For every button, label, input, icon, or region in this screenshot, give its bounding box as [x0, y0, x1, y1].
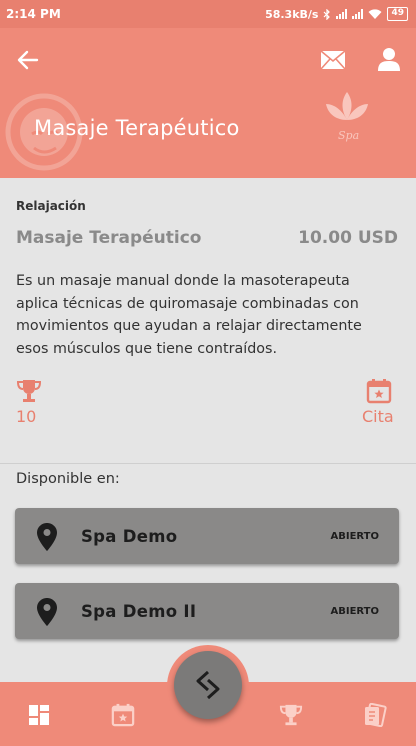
- network-speed: 58.3kB/s: [265, 7, 319, 21]
- dashboard-icon: [29, 705, 49, 725]
- wifi-icon: [368, 8, 382, 19]
- appointment-button[interactable]: Cita: [362, 407, 394, 426]
- points-value: 10: [16, 407, 37, 426]
- bluetooth-icon: [324, 8, 331, 20]
- map-pin-icon: [37, 523, 57, 551]
- user-icon: [378, 48, 400, 71]
- signal-icon-2: [352, 9, 364, 19]
- calendar-star-icon[interactable]: [366, 378, 392, 404]
- arrow-left-icon: [17, 50, 39, 70]
- back-button[interactable]: [14, 46, 42, 74]
- map-pin-icon: [37, 598, 57, 626]
- mail-icon: [320, 50, 346, 70]
- trophy-icon: [16, 380, 42, 402]
- status-time: 2:14 PM: [6, 7, 61, 21]
- signal-icon: [336, 9, 348, 19]
- nav-coupons[interactable]: [360, 700, 390, 730]
- user-button[interactable]: [374, 44, 404, 74]
- swap-button[interactable]: [174, 651, 242, 719]
- status-bar: 2:14 PM 58.3kB/s 49: [0, 0, 416, 28]
- location-card[interactable]: Spa Demo II ABIERTO: [15, 583, 399, 639]
- location-name: Spa Demo II: [81, 601, 197, 621]
- spa-logo: Spa: [322, 90, 372, 146]
- location-name: Spa Demo: [81, 526, 178, 546]
- lotus-icon: [326, 92, 368, 120]
- coupon-icon: [365, 703, 387, 727]
- calendar-star-icon: [111, 703, 135, 727]
- page-title: Masaje Terapéutico: [34, 116, 240, 140]
- status-indicators: 58.3kB/s 49: [265, 7, 408, 21]
- nav-rewards[interactable]: [276, 700, 306, 730]
- mail-button[interactable]: [318, 46, 348, 74]
- service-price: 10.00 USD: [298, 228, 398, 248]
- divider: [0, 463, 416, 464]
- location-card[interactable]: Spa Demo ABIERTO: [15, 508, 399, 564]
- trophy-icon: [279, 704, 303, 726]
- swap-icon: [196, 670, 220, 700]
- app-header: Masaje Terapéutico Spa: [0, 28, 416, 178]
- location-status: ABIERTO: [330, 530, 380, 542]
- battery-icon: 49: [387, 7, 408, 21]
- service-name: Masaje Terapéutico: [16, 228, 202, 248]
- availability-label: Disponible en:: [16, 471, 120, 487]
- nav-dashboard[interactable]: [24, 700, 54, 730]
- nav-appointments[interactable]: [108, 700, 138, 730]
- service-category: Relajación: [16, 199, 86, 213]
- location-status: ABIERTO: [330, 605, 380, 617]
- service-description: Es un masaje manual donde la masoterapeu…: [16, 273, 362, 357]
- spa-logo-text: Spa: [338, 129, 360, 142]
